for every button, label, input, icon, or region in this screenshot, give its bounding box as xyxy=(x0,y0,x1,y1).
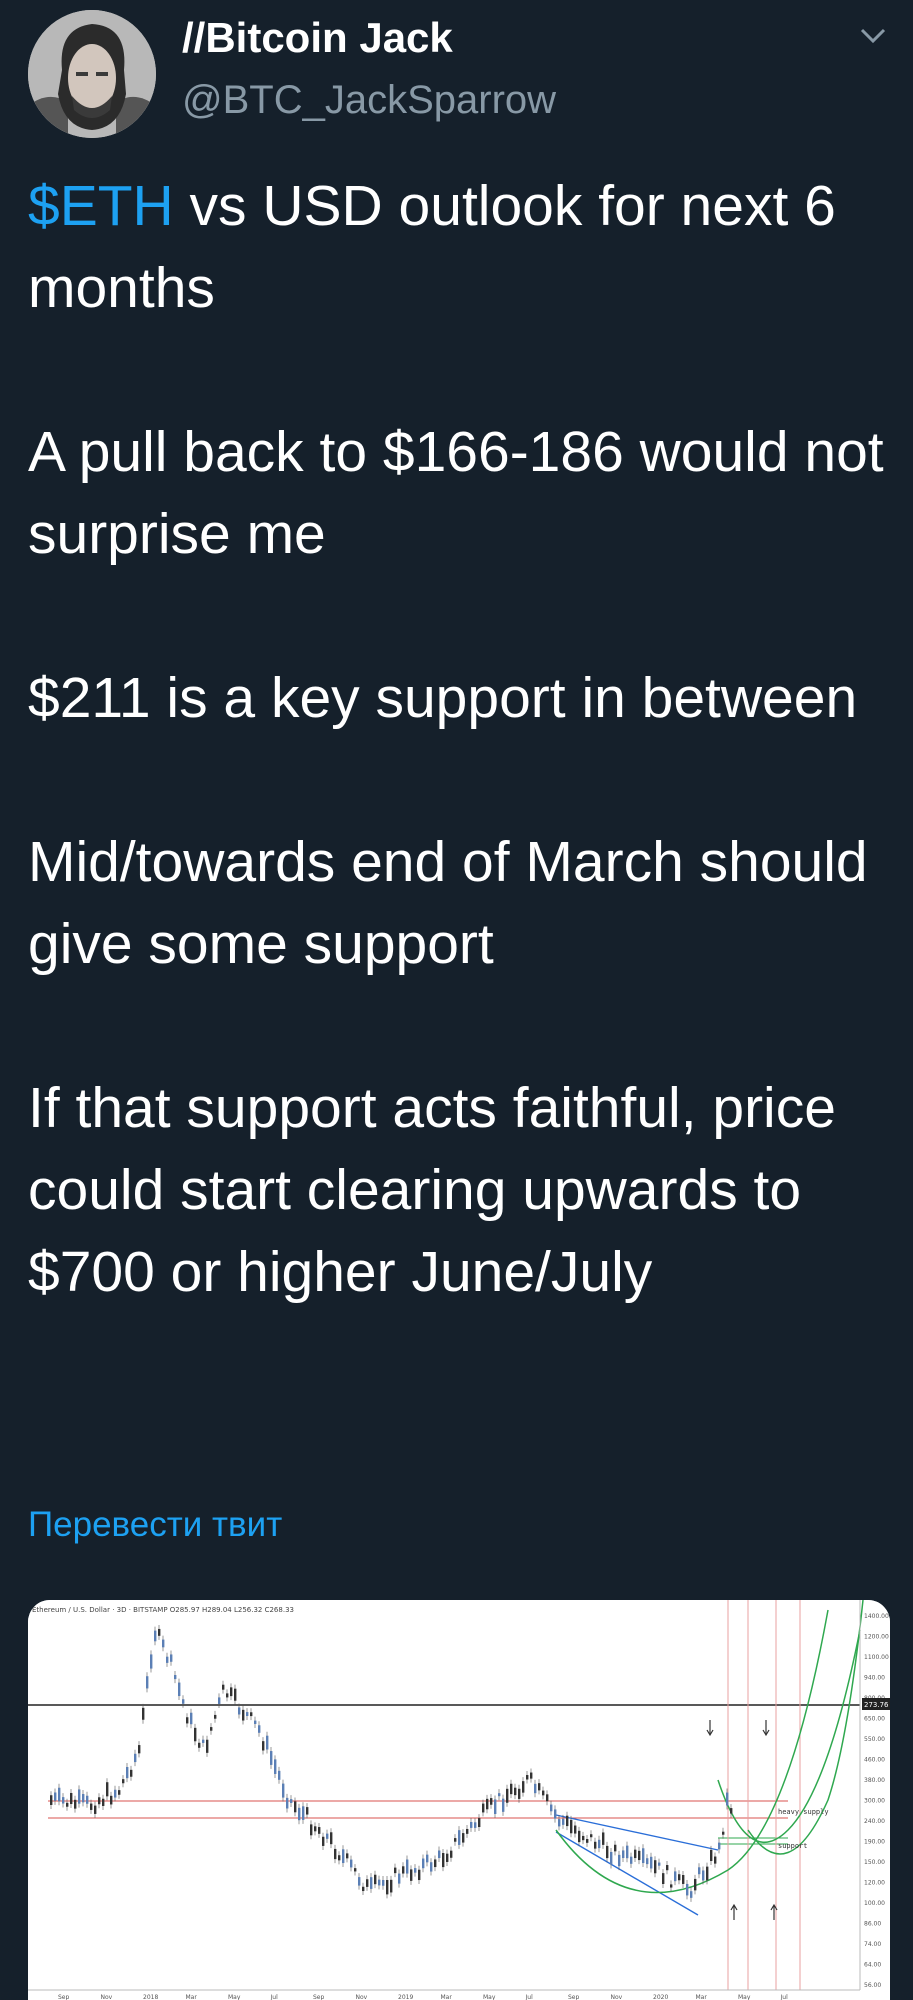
x-tick-label: 2020 xyxy=(653,1994,668,2000)
chevron-down-icon[interactable] xyxy=(858,26,888,46)
y-tick-label: 1400.00 xyxy=(864,1613,889,1620)
x-tick-label: Mar xyxy=(696,1994,708,2000)
y-tick-label: 650.00 xyxy=(864,1716,885,1723)
x-tick-label: Sep xyxy=(313,1994,325,2000)
y-tick-label: 1200.00 xyxy=(864,1634,889,1641)
y-tick-label: 460.00 xyxy=(864,1757,885,1764)
x-tick-label: May xyxy=(738,1994,751,2000)
y-tick-label: 380.00 xyxy=(864,1777,885,1784)
x-tick-label: Jul xyxy=(780,1994,789,2000)
x-tick-label: Nov xyxy=(611,1994,623,2000)
tweet-paragraph: Mid/towards end of March should give som… xyxy=(28,830,868,976)
x-tick-label: 2018 xyxy=(143,1994,158,2000)
y-tick-label: 940.00 xyxy=(864,1675,885,1682)
y-tick-label: 86.00 xyxy=(864,1921,881,1928)
tweet-text: $ETH vs USD outlook for next 6 months A … xyxy=(28,165,888,1313)
x-tick-label: Mar xyxy=(441,1994,453,2000)
y-tick-label: 550.00 xyxy=(864,1736,885,1743)
tweet-paragraph: $211 is a key support in between xyxy=(28,666,858,730)
x-tick-label: May xyxy=(483,1994,496,2000)
avatar[interactable] xyxy=(28,10,156,138)
x-tick-label: Nov xyxy=(101,1994,113,2000)
y-tick-label: 190.00 xyxy=(864,1839,885,1846)
y-tick-label: 120.00 xyxy=(864,1880,885,1887)
y-tick-label: 56.00 xyxy=(864,1982,881,1989)
y-tick-label: 150.00 xyxy=(864,1859,885,1866)
tweet-header: //Bitcoin Jack @BTC_JackSparrow xyxy=(0,0,913,150)
y-tick-label: 1100.00 xyxy=(864,1654,889,1661)
x-tick-label: Nov xyxy=(356,1994,368,2000)
translate-tweet-link[interactable]: Перевести твит xyxy=(28,1505,282,1545)
tweet-paragraph: $ETH vs USD outlook for next 6 months xyxy=(28,165,888,329)
y-tick-label: 100.00 xyxy=(864,1900,885,1907)
display-name[interactable]: //Bitcoin Jack xyxy=(182,14,453,62)
x-tick-label: Jul xyxy=(270,1994,279,2000)
x-tick-label: May xyxy=(228,1994,241,2000)
x-tick-label: Sep xyxy=(58,1994,70,2000)
support-label: support xyxy=(778,1842,808,1850)
x-tick-label: Sep xyxy=(568,1994,580,2000)
tweet-media-chart[interactable]: 1400.001200.001100.00940.00800.00650.005… xyxy=(28,1600,890,2000)
x-tick-label: 2019 xyxy=(398,1994,413,2000)
y-tick-label: 240.00 xyxy=(864,1818,885,1825)
x-tick-label: Jul xyxy=(525,1994,534,2000)
heavy-supply-label: heavy supply xyxy=(778,1808,829,1816)
tweet-paragraph: If that support acts faithful, price cou… xyxy=(28,1076,836,1304)
y-tick-label: 74.00 xyxy=(864,1941,881,1948)
user-handle[interactable]: @BTC_JackSparrow xyxy=(182,78,556,123)
chart-header: Ethereum / U.S. Dollar · 3D · BITSTAMP O… xyxy=(32,1606,294,1614)
y-tick-label: 64.00 xyxy=(864,1962,881,1969)
cashtag-link[interactable]: $ETH xyxy=(28,174,174,238)
x-tick-label: Mar xyxy=(186,1994,198,2000)
price-tag: 273.76 xyxy=(864,1701,889,1709)
y-tick-label: 300.00 xyxy=(864,1798,885,1805)
tweet-paragraph: A pull back to $166-186 would not surpri… xyxy=(28,420,884,566)
